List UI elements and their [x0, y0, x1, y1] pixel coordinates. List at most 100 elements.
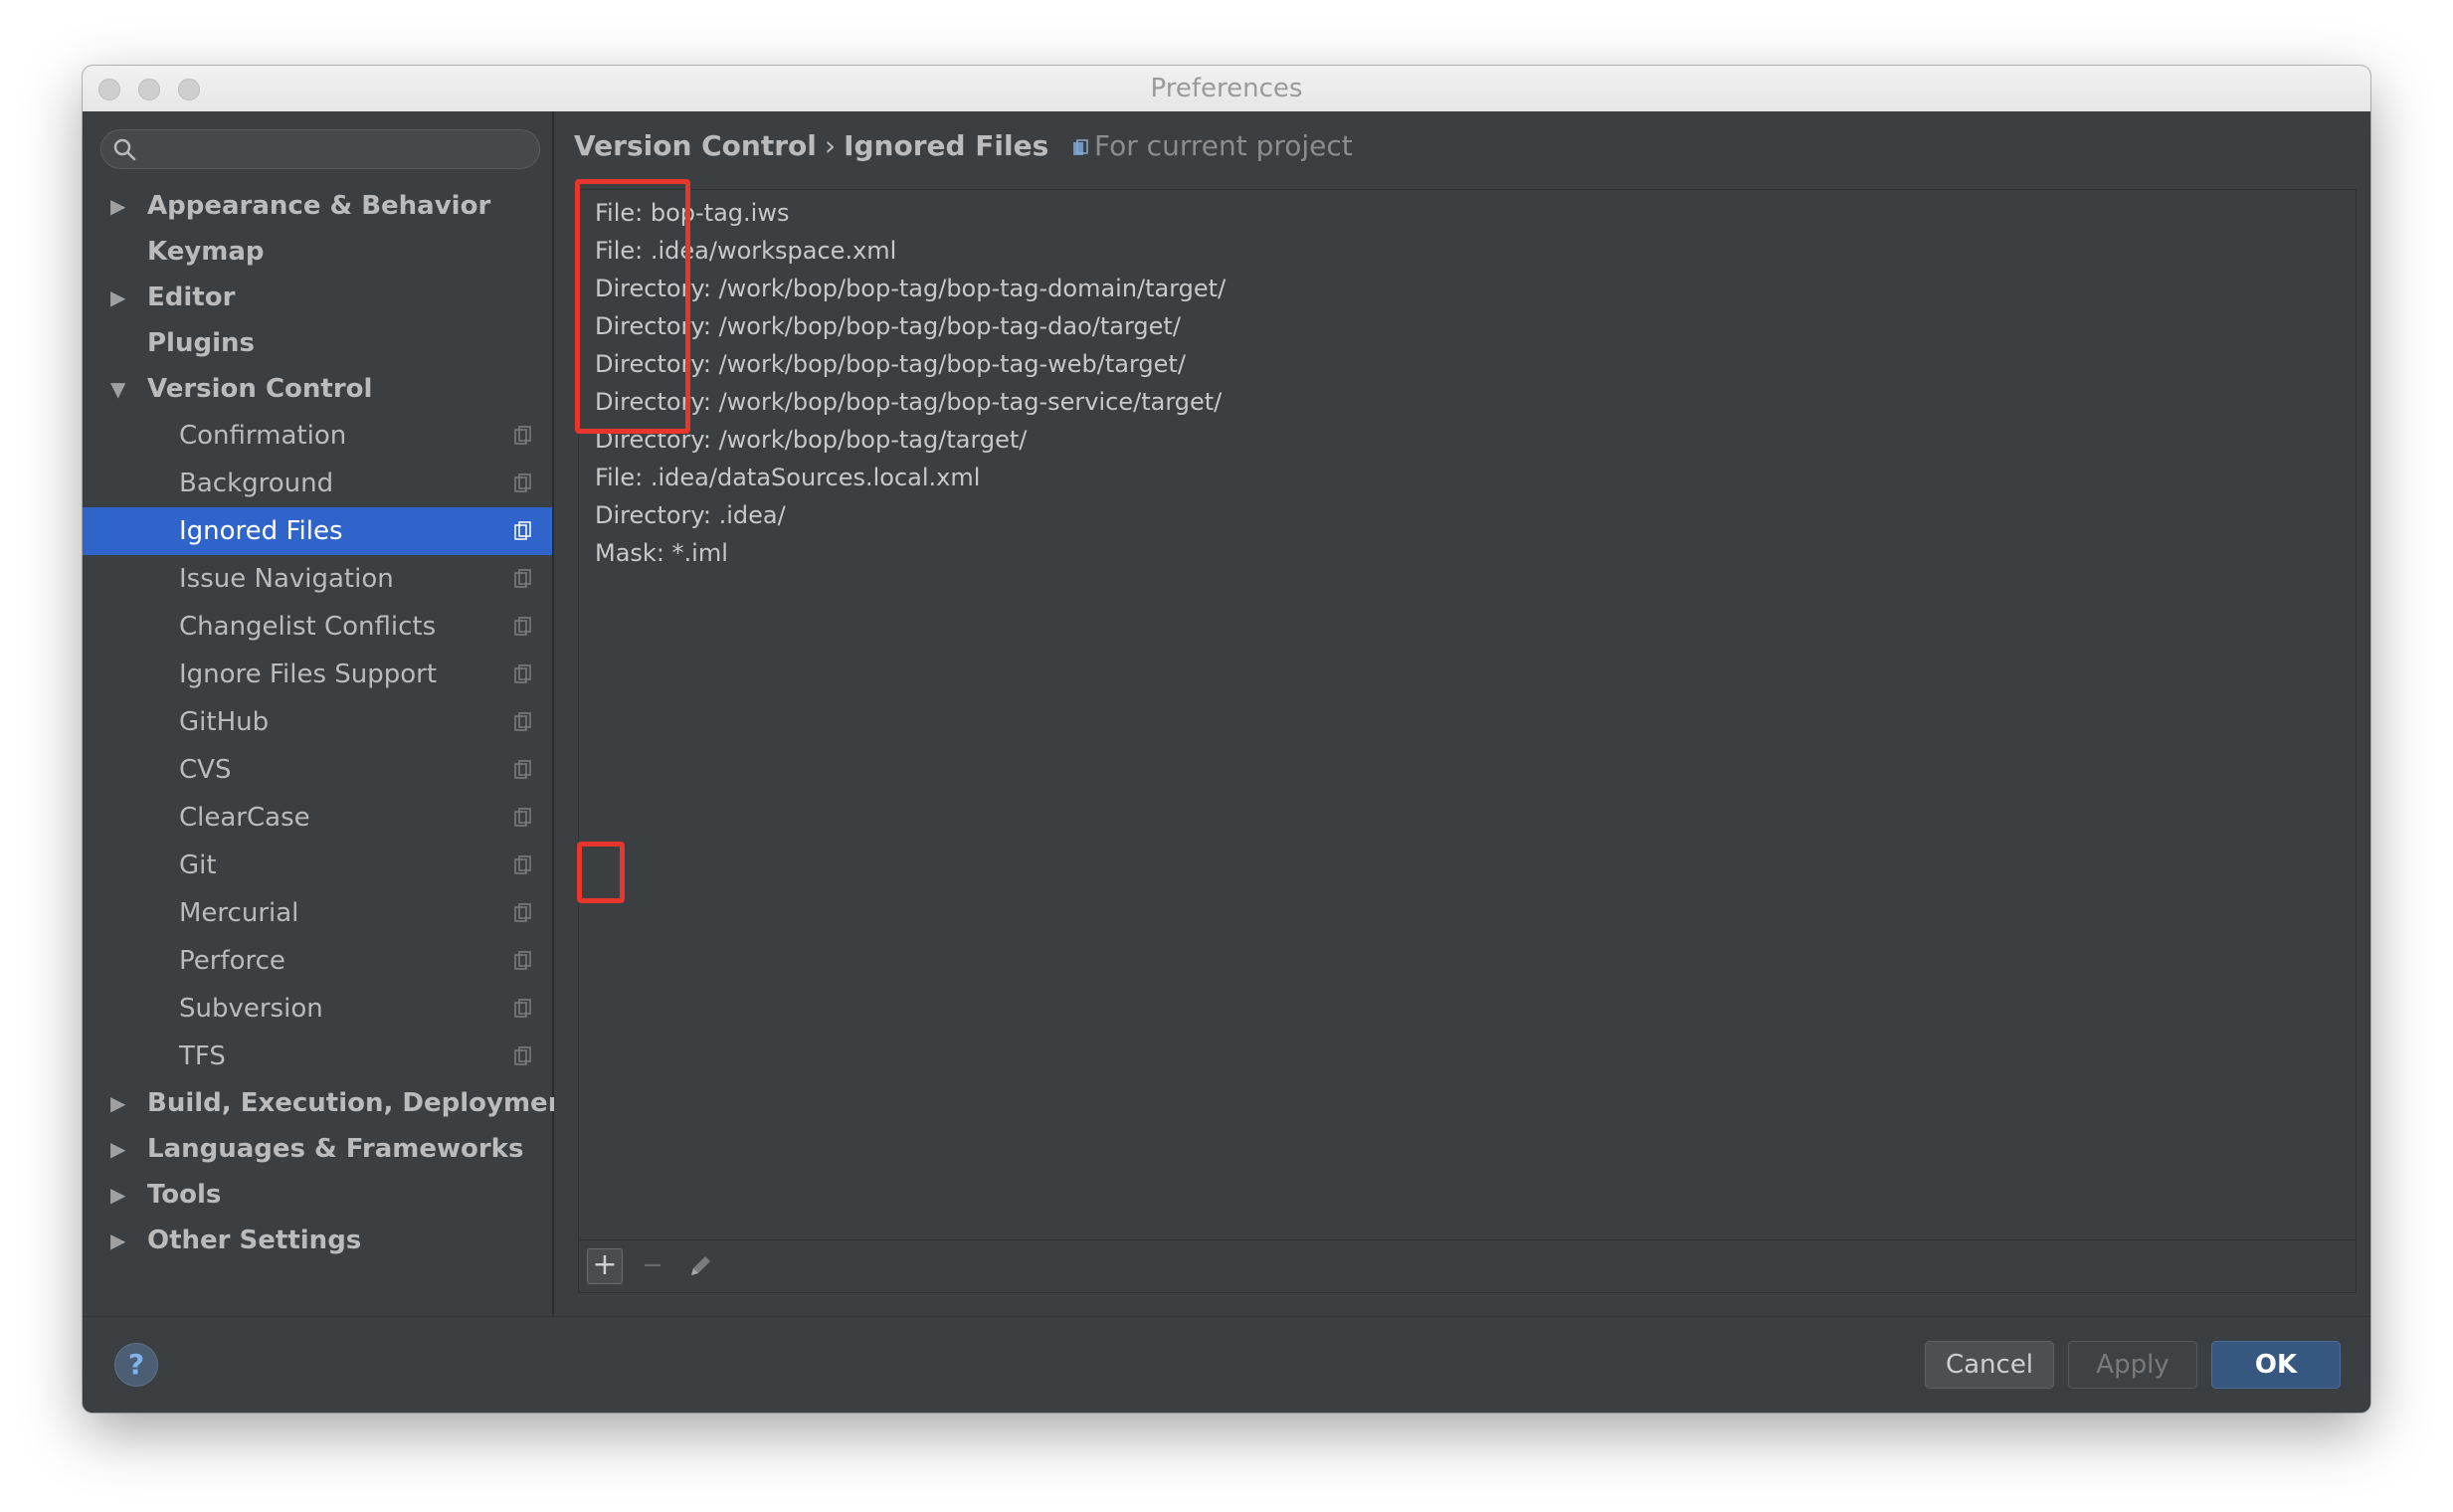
- project-level-icon: [514, 473, 531, 492]
- project-scope-text: For current project: [1094, 129, 1353, 162]
- list-toolbar: + −: [579, 1239, 2356, 1292]
- project-scope-label: For current project: [1072, 129, 1353, 162]
- sidebar-item-mercurial[interactable]: Mercurial: [83, 889, 552, 937]
- sidebar-item-ignored-files[interactable]: Ignored Files: [83, 507, 552, 555]
- sidebar-item-git[interactable]: Git: [83, 842, 552, 889]
- sidebar-item-label: Git: [179, 850, 217, 880]
- sidebar-item-other-settings[interactable]: ▶ Other Settings: [83, 1218, 552, 1263]
- sidebar-item-ignore-files-support[interactable]: Ignore Files Support: [83, 651, 552, 698]
- settings-sidebar: ▶ Appearance & Behavior Keymap ▶ Editor Plugi…: [83, 111, 579, 1317]
- project-level-icon: [514, 664, 531, 683]
- project-level-icon: [514, 712, 531, 731]
- list-item[interactable]: File: .idea/workspace.xml: [595, 232, 1226, 270]
- sidebar-item-version-control[interactable]: ▼ Version Control: [83, 366, 552, 412]
- collapsed-arrow-icon[interactable]: ▶: [110, 275, 125, 320]
- sidebar-item-label: Confirmation: [179, 421, 347, 451]
- settings-tree: ▶ Appearance & Behavior Keymap ▶ Editor Plugi…: [83, 183, 579, 1263]
- sidebar-item-label: Other Settings: [147, 1226, 362, 1255]
- sidebar-item-confirmation[interactable]: Confirmation: [83, 412, 552, 460]
- ignored-files-panel: Version Control › Ignored Files For curren…: [554, 111, 2370, 1317]
- collapsed-arrow-icon[interactable]: ▶: [110, 1126, 125, 1172]
- sidebar-item-perforce[interactable]: Perforce: [83, 937, 552, 985]
- sidebar-item-plugins[interactable]: Plugins: [83, 320, 552, 366]
- preferences-window: Preferences ▶ Appearance & Behavior Keymap…: [83, 66, 2370, 1413]
- sidebar-item-label: Perforce: [179, 946, 285, 976]
- sidebar-item-label: Background: [179, 469, 334, 498]
- add-button[interactable]: +: [587, 1248, 623, 1284]
- collapsed-arrow-icon[interactable]: ▶: [110, 1218, 125, 1263]
- sidebar-item-tfs[interactable]: TFS: [83, 1033, 552, 1080]
- remove-button[interactable]: −: [635, 1248, 670, 1284]
- sidebar-item-label: Tools: [147, 1180, 222, 1210]
- list-item[interactable]: File: .idea/dataSources.local.xml: [595, 459, 1226, 496]
- sidebar-item-keymap[interactable]: Keymap: [83, 229, 552, 275]
- sidebar-item-changelist-conflicts[interactable]: Changelist Conflicts: [83, 603, 552, 651]
- apply-button[interactable]: Apply: [2068, 1341, 2197, 1389]
- title-bar: Preferences: [83, 66, 2370, 112]
- expanded-arrow-icon[interactable]: ▼: [110, 366, 125, 412]
- sidebar-item-label: Ignore Files Support: [179, 660, 438, 689]
- sidebar-item-label: Mercurial: [179, 898, 299, 928]
- project-level-icon: [514, 617, 531, 636]
- sidebar-item-editor[interactable]: ▶ Editor: [83, 275, 552, 320]
- list-item[interactable]: Mask: *.iml: [595, 534, 1226, 572]
- sidebar-item-label: GitHub: [179, 707, 270, 737]
- collapsed-arrow-icon[interactable]: ▶: [110, 183, 125, 229]
- sidebar-item-label: CVS: [179, 755, 232, 785]
- sidebar-item-label: Editor: [147, 283, 236, 312]
- sidebar-item-appearance-behavior[interactable]: ▶ Appearance & Behavior: [83, 183, 552, 229]
- sidebar-item-label: Ignored Files: [179, 516, 343, 546]
- window-controls: [98, 79, 200, 100]
- project-level-icon: [514, 521, 531, 540]
- breadcrumb-separator: ›: [824, 129, 837, 162]
- sidebar-item-label: Changelist Conflicts: [179, 612, 437, 642]
- collapsed-arrow-icon[interactable]: ▶: [110, 1172, 125, 1218]
- list-item[interactable]: Directory: /work/bop/bop-tag/bop-tag-web…: [595, 345, 1226, 383]
- list-item[interactable]: Directory: /work/bop/bop-tag/bop-tag-dao…: [595, 307, 1226, 345]
- sidebar-item-label: Version Control: [147, 374, 373, 404]
- dialog-footer: ? Cancel Apply OK: [83, 1316, 2370, 1413]
- breadcrumb-current: Ignored Files: [844, 129, 1049, 162]
- window-title: Preferences: [1150, 74, 1303, 103]
- sidebar-item-subversion[interactable]: Subversion: [83, 985, 552, 1033]
- close-window-button[interactable]: [98, 79, 120, 100]
- sidebar-item-label: Appearance & Behavior: [147, 191, 491, 221]
- edit-pencil-icon[interactable]: [682, 1248, 718, 1284]
- zoom-window-button[interactable]: [178, 79, 200, 100]
- project-level-icon: [514, 1046, 531, 1065]
- sidebar-item-tools[interactable]: ▶ Tools: [83, 1172, 552, 1218]
- sidebar-item-cvs[interactable]: CVS: [83, 746, 552, 794]
- search-icon: [113, 138, 136, 161]
- ignored-files-list[interactable]: File: bop-tag.iws File: .idea/workspace.x…: [595, 194, 1226, 572]
- sidebar-item-build-execution-deployment[interactable]: ▶ Build, Execution, Deployment: [83, 1080, 579, 1126]
- project-scope-icon: [1073, 139, 1088, 155]
- ok-button[interactable]: OK: [2211, 1341, 2341, 1389]
- search-input[interactable]: [100, 129, 540, 169]
- project-level-icon: [514, 808, 531, 827]
- project-level-icon: [514, 999, 531, 1018]
- list-item[interactable]: File: bop-tag.iws: [595, 194, 1226, 232]
- collapsed-arrow-icon[interactable]: ▶: [110, 1080, 125, 1126]
- sidebar-item-label: Languages & Frameworks: [147, 1134, 524, 1164]
- list-item[interactable]: Directory: /work/bop/bop-tag/bop-tag-ser…: [595, 383, 1226, 421]
- sidebar-item-label: Subversion: [179, 994, 323, 1024]
- sidebar-item-label: Plugins: [147, 328, 255, 358]
- sidebar-item-clearcase[interactable]: ClearCase: [83, 794, 552, 842]
- sidebar-item-label: ClearCase: [179, 803, 310, 833]
- help-button[interactable]: ?: [114, 1343, 158, 1387]
- sidebar-item-background[interactable]: Background: [83, 460, 552, 507]
- sidebar-item-label: Issue Navigation: [179, 564, 394, 594]
- minimize-window-button[interactable]: [138, 79, 160, 100]
- sidebar-item-languages-frameworks[interactable]: ▶ Languages & Frameworks: [83, 1126, 552, 1172]
- cancel-button[interactable]: Cancel: [1925, 1341, 2054, 1389]
- sidebar-item-github[interactable]: GitHub: [83, 698, 552, 746]
- sidebar-item-issue-navigation[interactable]: Issue Navigation: [83, 555, 552, 603]
- list-item[interactable]: Directory: /work/bop/bop-tag/target/: [595, 421, 1226, 459]
- project-level-icon: [514, 855, 531, 874]
- breadcrumb-parent[interactable]: Version Control: [574, 129, 817, 162]
- project-level-icon: [514, 951, 531, 970]
- list-item[interactable]: Directory: .idea/: [595, 496, 1226, 534]
- sidebar-item-label: TFS: [179, 1041, 226, 1071]
- project-level-icon: [514, 903, 531, 922]
- list-item[interactable]: Directory: /work/bop/bop-tag/bop-tag-dom…: [595, 270, 1226, 307]
